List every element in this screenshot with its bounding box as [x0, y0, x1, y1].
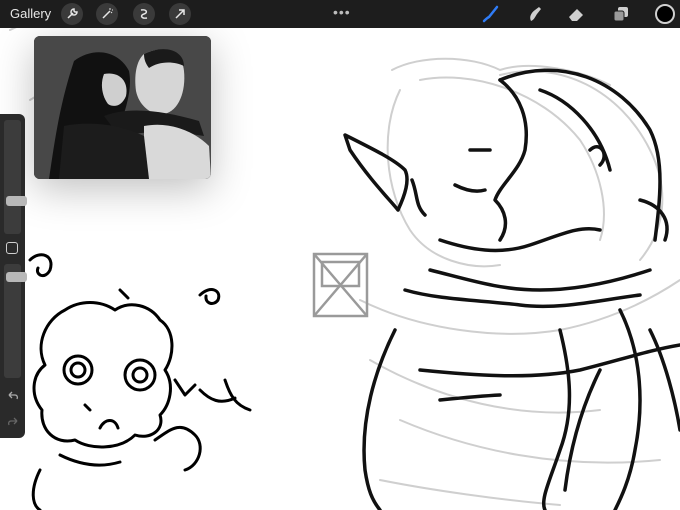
brush-size-thumb[interactable]: [6, 196, 27, 206]
layers-icon[interactable]: [609, 3, 633, 25]
eraser-icon[interactable]: [564, 3, 588, 25]
opacity-thumb[interactable]: [6, 272, 27, 282]
sketch-strokes: [343, 68, 680, 510]
brush-size-slider[interactable]: [4, 120, 27, 234]
magic-wand-icon[interactable]: [96, 3, 118, 25]
transform-arrow-icon[interactable]: [169, 3, 191, 25]
undo-icon[interactable]: [5, 390, 21, 404]
reference-photo: [34, 36, 211, 179]
color-picker-button[interactable]: [655, 4, 675, 24]
selection-icon[interactable]: [133, 3, 155, 25]
placeholder-box: [312, 252, 369, 318]
opacity-slider[interactable]: [4, 264, 27, 378]
brush-icon[interactable]: [478, 3, 502, 25]
reference-window[interactable]: [34, 36, 211, 179]
gallery-button[interactable]: Gallery: [10, 6, 51, 21]
smudge-icon[interactable]: [522, 3, 546, 25]
redo-icon[interactable]: [5, 416, 21, 430]
more-options-icon[interactable]: •••: [333, 4, 351, 20]
top-toolbar: Gallery •••: [0, 0, 680, 28]
wrench-icon[interactable]: [61, 3, 83, 25]
left-sidebar: [0, 114, 27, 438]
cartoon-sketch: [28, 253, 252, 510]
modify-button[interactable]: [6, 242, 18, 254]
